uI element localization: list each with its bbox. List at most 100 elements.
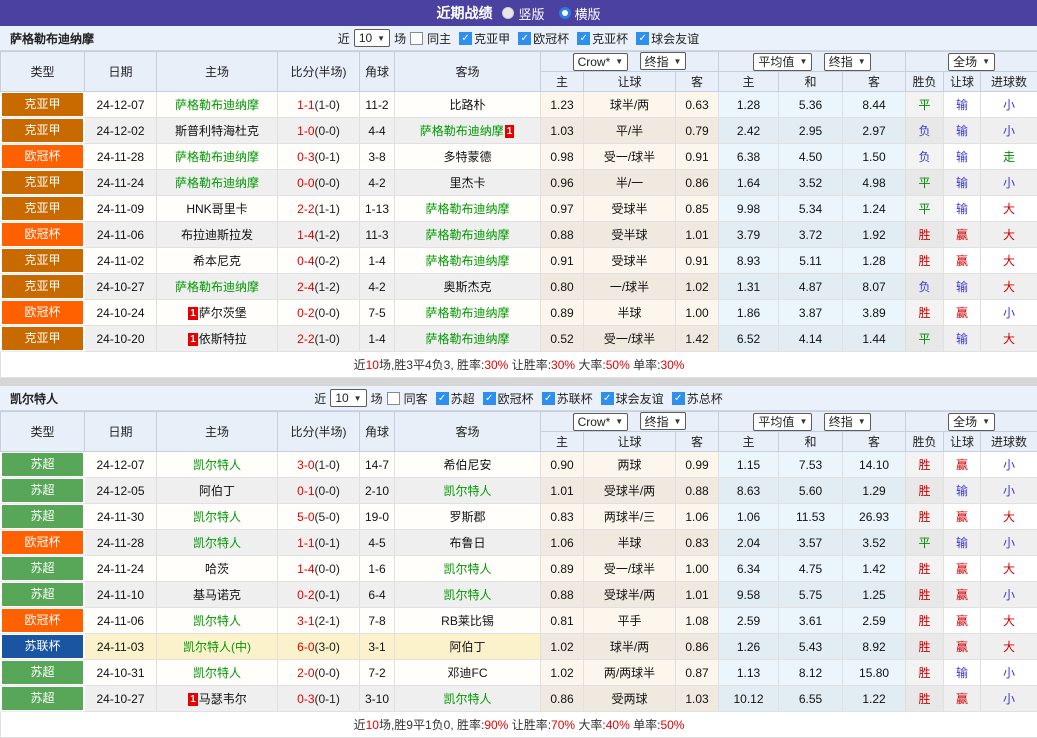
odds-stage-select[interactable]: 终指▼ xyxy=(640,412,687,430)
league-filter-group: ✓苏超✓欧冠杯✓苏联杯✓球会友谊✓苏总杯 xyxy=(432,390,723,407)
league-cell: 克亚甲 xyxy=(1,274,85,300)
tracked-team-link[interactable]: 凯尔特人 xyxy=(443,562,491,576)
opponent-team-link[interactable]: 依斯特拉 xyxy=(199,332,247,346)
opponent-team-link[interactable]: 阿伯丁 xyxy=(199,484,235,498)
home-odds: 0.86 xyxy=(541,686,584,712)
league-checkbox[interactable]: ✓ xyxy=(601,392,614,405)
tracked-team-link[interactable]: 萨格勒布迪纳摩 xyxy=(425,202,509,216)
away-team-cell: 希伯尼安 xyxy=(395,452,541,478)
league-cell: 欧冠杯 xyxy=(1,300,85,326)
tracked-team-link[interactable]: 凯尔特人 xyxy=(443,484,491,498)
odds-group-header: Crow*▼ 终指▼ xyxy=(541,412,719,432)
odds-stage-select[interactable]: 终指▼ xyxy=(640,52,687,70)
radio-selected-icon[interactable] xyxy=(559,7,571,19)
tracked-team-link[interactable]: 凯尔特人 xyxy=(193,536,241,550)
same-venue-checkbox[interactable] xyxy=(387,392,400,405)
league-checkbox[interactable]: ✓ xyxy=(672,392,685,405)
away-team-cell: 萨格勒布迪纳摩 xyxy=(395,196,541,222)
same-venue-checkbox[interactable] xyxy=(410,32,423,45)
tracked-team-link[interactable]: 凯尔特人 xyxy=(193,458,241,472)
scope-select[interactable]: 全场▼ xyxy=(948,413,995,431)
opponent-team-link[interactable]: 斯普利特海杜克 xyxy=(175,124,259,138)
opponent-team-link[interactable]: RB莱比锡 xyxy=(441,614,494,628)
opponent-team-link[interactable]: 基马诺克 xyxy=(193,588,241,602)
league-checkbox[interactable]: ✓ xyxy=(459,32,472,45)
tracked-team-link[interactable]: 凯尔特人 xyxy=(193,666,241,680)
tracked-team-link[interactable]: 萨格勒布迪纳摩 xyxy=(425,228,509,242)
opponent-team-link[interactable]: 阿伯丁 xyxy=(449,640,485,654)
opponent-team-link[interactable]: 邓迪FC xyxy=(448,666,488,680)
tracked-team-link[interactable]: 凯尔特人(中) xyxy=(183,640,251,654)
score-cell: 2-2(1-1) xyxy=(278,196,360,222)
home-team-cell: 萨格勒布迪纳摩 xyxy=(157,274,278,300)
handicap-line: 平手 xyxy=(584,608,676,634)
matches-label: 场 xyxy=(394,30,406,47)
home-team-cell: 希本尼克 xyxy=(157,248,278,274)
league-checkbox[interactable]: ✓ xyxy=(577,32,590,45)
tracked-team-link[interactable]: 萨格勒布迪纳摩 xyxy=(175,176,259,190)
tracked-team-link[interactable]: 萨格勒布迪纳摩 xyxy=(425,332,509,346)
avg-stage-select[interactable]: 终指▼ xyxy=(824,53,871,71)
opponent-team-link[interactable]: 多特蒙德 xyxy=(443,150,491,164)
opponent-team-link[interactable]: 希伯尼安 xyxy=(443,458,491,472)
opponent-team-link[interactable]: 哈茨 xyxy=(205,562,229,576)
tracked-team-link[interactable]: 凯尔特人 xyxy=(193,614,241,628)
opponent-team-link[interactable]: 比路朴 xyxy=(449,98,485,112)
fulltime-score: 5-0 xyxy=(297,510,314,524)
odds-source-select[interactable]: Crow*▼ xyxy=(573,53,629,71)
tracked-team-link[interactable]: 萨格勒布迪纳摩 xyxy=(175,150,259,164)
layout-radio-item: 竖版 xyxy=(502,4,544,23)
league-checkbox[interactable]: ✓ xyxy=(636,32,649,45)
avg-away-odds: 1.24 xyxy=(843,196,906,222)
match-date: 24-12-02 xyxy=(85,118,157,144)
tracked-team-link[interactable]: 凯尔特人 xyxy=(443,588,491,602)
opponent-team-link[interactable]: 奥斯杰克 xyxy=(443,280,491,294)
away-odds: 1.06 xyxy=(676,504,719,530)
result-outcome: 胜 xyxy=(906,452,944,478)
match-count-select[interactable]: 10▼ xyxy=(354,29,390,47)
fulltime-score: 2-2 xyxy=(297,332,314,346)
opponent-team-link[interactable]: 布鲁日 xyxy=(449,536,485,550)
scope-select[interactable]: 全场▼ xyxy=(948,53,995,71)
match-row: 苏超24-10-31凯尔特人2-0(0-0)7-2邓迪FC1.02两/两球半0.… xyxy=(1,660,1037,686)
opponent-team-link[interactable]: 马瑟韦尔 xyxy=(199,692,247,706)
league-checkbox[interactable]: ✓ xyxy=(518,32,531,45)
radio-icon[interactable] xyxy=(502,7,514,19)
league-checkbox[interactable]: ✓ xyxy=(436,392,449,405)
match-row: 克亚甲24-11-02希本尼克0-4(0-2)1-4萨格勒布迪纳摩0.91受球半… xyxy=(1,248,1037,274)
league-checkbox[interactable]: ✓ xyxy=(483,392,496,405)
tracked-team-link[interactable]: 萨格勒布迪纳摩 xyxy=(175,98,259,112)
league-checkbox[interactable]: ✓ xyxy=(542,392,555,405)
avg-away-odds: 8.07 xyxy=(843,274,906,300)
corner-cell: 19-0 xyxy=(360,504,395,530)
league-cell: 苏超 xyxy=(1,660,85,686)
avg-source-select[interactable]: 平均值▼ xyxy=(753,413,812,431)
home-odds: 0.81 xyxy=(541,608,584,634)
handicap-line: 受半球 xyxy=(584,222,676,248)
handicap-line: 受一/球半 xyxy=(584,144,676,170)
tracked-team-link[interactable]: 萨格勒布迪纳摩 xyxy=(425,306,509,320)
match-date: 24-11-28 xyxy=(85,144,157,170)
opponent-team-link[interactable]: 罗斯郡 xyxy=(449,510,485,524)
opponent-team-link[interactable]: 里杰卡 xyxy=(449,176,485,190)
score-cell: 1-1(0-1) xyxy=(278,530,360,556)
avg-stage-select[interactable]: 终指▼ xyxy=(824,413,871,431)
away-odds: 0.86 xyxy=(676,634,719,660)
avg-home-odds: 1.26 xyxy=(719,634,779,660)
tracked-team-link[interactable]: 凯尔特人 xyxy=(443,692,491,706)
col-result-outcome: 胜负 xyxy=(906,72,944,92)
opponent-team-link[interactable]: 萨尔茨堡 xyxy=(199,306,247,320)
opponent-team-link[interactable]: HNK哥里卡 xyxy=(186,202,247,216)
tracked-team-link[interactable]: 萨格勒布迪纳摩 xyxy=(420,124,504,138)
odds-source-select[interactable]: Crow*▼ xyxy=(573,413,629,431)
tracked-team-link[interactable]: 凯尔特人 xyxy=(193,510,241,524)
tracked-team-link[interactable]: 萨格勒布迪纳摩 xyxy=(175,280,259,294)
corner-cell: 2-10 xyxy=(360,478,395,504)
opponent-team-link[interactable]: 希本尼克 xyxy=(193,254,241,268)
league-badge: 苏超 xyxy=(2,583,83,606)
tracked-team-link[interactable]: 萨格勒布迪纳摩 xyxy=(425,254,509,268)
corner-cell: 4-5 xyxy=(360,530,395,556)
opponent-team-link[interactable]: 布拉迪斯拉发 xyxy=(181,228,253,242)
avg-source-select[interactable]: 平均值▼ xyxy=(753,53,812,71)
match-count-select[interactable]: 10▼ xyxy=(330,389,366,407)
